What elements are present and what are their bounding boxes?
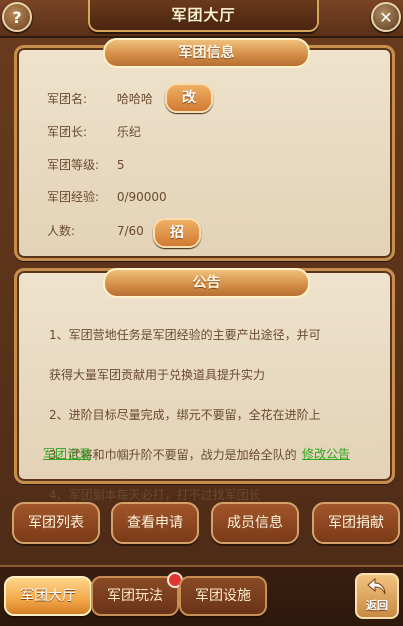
guild-leader-label: 军团长: — [47, 125, 88, 139]
guild-notice-panel: 公告 1、军团营地任务是军团经验的主要产出途径，并可 获得大量军团贡献用于兑换道… — [14, 268, 395, 502]
guild-notice-title-text: 公告 — [192, 275, 221, 291]
guild-donate-button[interactable]: 军团捐献 — [312, 502, 400, 544]
guild-log-link[interactable]: 军团记录 — [43, 445, 91, 462]
top-banner: ? 军团大厅 ✕ — [0, 0, 403, 38]
member-info-button[interactable]: 成员信息 — [211, 502, 299, 544]
page-title: 军团大厅 — [171, 6, 236, 24]
tab-guild-hall[interactable]: 军团大厅 — [4, 576, 92, 616]
guild-info-panel: 军团信息 军团名: 哈哈哈 改 军团长: 乐纪 军团等级: 5 军团经验: 0/… — [14, 38, 395, 261]
back-button[interactable]: 返回 — [355, 573, 399, 619]
guild-exp-label: 军团经验: — [47, 190, 100, 204]
guild-level-label: 军团等级: — [47, 158, 100, 172]
guild-level-value: 5 — [116, 158, 125, 172]
guild-list-button[interactable]: 军团列表 — [12, 502, 100, 544]
help-button[interactable]: ? — [2, 2, 32, 32]
notice-line: 获得大量军团贡献用于兑换道具提升实力 — [49, 368, 266, 382]
tab-guild-facilities[interactable]: 军团设施 — [179, 576, 267, 616]
notice-body: 1、军团营地任务是军团经验的主要产出途径，并可 获得大量军团贡献用于兑换道具提升… — [49, 305, 369, 525]
close-button[interactable]: ✕ — [371, 2, 401, 32]
guild-members-label: 人数: — [47, 224, 76, 238]
guild-name-value: 哈哈哈 — [116, 92, 153, 106]
title-plate: 军团大厅 — [88, 0, 319, 32]
guild-info-title-text: 军团信息 — [178, 45, 235, 61]
guild-leader-row: 军团长: 乐纪 — [47, 123, 141, 140]
back-arrow-icon — [367, 578, 386, 595]
rename-button[interactable]: 改 — [165, 83, 213, 113]
notice-line: 1、军团营地任务是军团经验的主要产出途径，并可 — [49, 328, 321, 342]
close-icon: ✕ — [379, 7, 393, 27]
guild-notice-title: 公告 — [103, 268, 310, 298]
guild-exp-row: 军团经验: 0/90000 — [47, 188, 167, 205]
guild-members-value: 7/60 — [116, 224, 144, 238]
guild-exp-value: 0/90000 — [116, 190, 167, 204]
guild-level-row: 军团等级: 5 — [47, 156, 124, 173]
guild-info-title: 军团信息 — [103, 38, 310, 68]
tab-guild-gameplay-label: 军团玩法 — [107, 588, 163, 604]
back-label: 返回 — [366, 599, 388, 612]
guild-hall-window: ? 军团大厅 ✕ 军团信息 军团名: 哈哈哈 改 军团长: 乐纪 军团等级: 5… — [0, 0, 403, 626]
guild-name-row: 军团名: 哈哈哈 — [47, 90, 153, 107]
help-icon: ? — [12, 7, 22, 27]
guild-name-label: 军团名: — [47, 92, 88, 106]
notice-line: 2、进阶目标尽量完成，绑元不要留，全花在进阶上 — [49, 408, 321, 422]
view-applications-button[interactable]: 查看申请 — [111, 502, 199, 544]
guild-members-row: 人数: 7/60 — [47, 222, 144, 239]
edit-notice-link[interactable]: 修改公告 — [302, 445, 350, 462]
recruit-button[interactable]: 招 — [153, 218, 201, 248]
tab-guild-gameplay[interactable]: 军团玩法 — [91, 572, 183, 616]
guild-leader-value: 乐纪 — [116, 125, 141, 139]
